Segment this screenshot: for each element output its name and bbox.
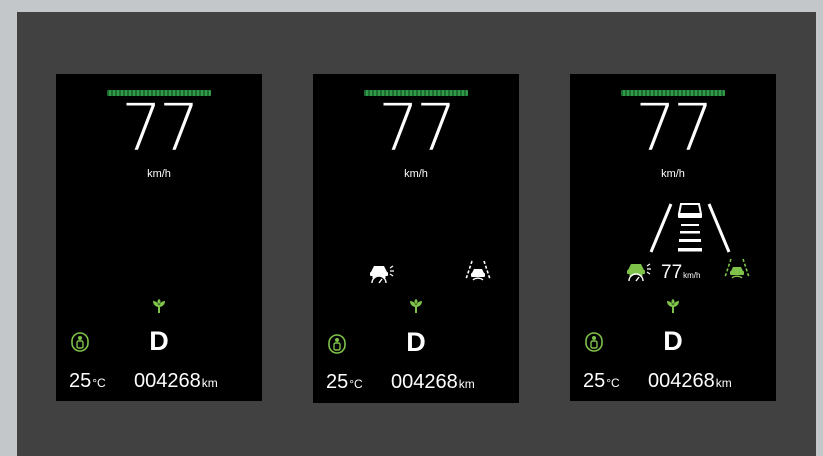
speed-value: 77	[378, 92, 456, 166]
eco-leaf-icon	[667, 299, 679, 313]
speed-value: 77	[121, 92, 199, 166]
temperature-unit: °C	[349, 377, 363, 391]
acc-set-speed-value: 77	[661, 262, 683, 283]
odometer-value: 004268	[648, 370, 715, 392]
lane-keep-icon	[724, 258, 750, 279]
cluster-panel-3: 77 km/h 77km/h D 25°C 004268km	[570, 74, 776, 401]
eco-leaf-icon	[410, 299, 422, 313]
speed-unit: km/h	[147, 168, 171, 180]
temperature-unit: °C	[92, 376, 106, 390]
temperature-readout: 25°C	[583, 370, 620, 393]
seatbelt-icon	[328, 334, 346, 354]
temperature-value: 25	[583, 370, 606, 392]
odometer-unit: km	[458, 377, 475, 391]
lane-keep-icon	[465, 260, 491, 281]
adaptive-cruise-icon	[370, 265, 394, 284]
temperature-value: 25	[326, 371, 349, 393]
odometer-readout: 004268km	[648, 370, 732, 393]
eco-leaf-icon	[153, 299, 165, 313]
odometer-readout: 004268km	[391, 371, 475, 394]
cluster-panel-1: 77 km/h D 25°C 004268km	[56, 74, 262, 401]
speed-value: 77	[635, 92, 713, 166]
seatbelt-icon	[585, 332, 603, 352]
adaptive-cruise-icon	[627, 263, 651, 282]
odometer-value: 004268	[134, 370, 201, 392]
display-stage: 77 km/h D 25°C 004268km 77 km/h D 25°C 0…	[17, 12, 816, 456]
acc-set-speed-unit: km/h	[683, 271, 701, 280]
temperature-value: 25	[69, 370, 92, 392]
odometer-unit: km	[715, 376, 732, 390]
temperature-readout: 25°C	[69, 370, 106, 393]
acc-set-speed: 77km/h	[661, 262, 700, 284]
seatbelt-icon	[71, 332, 89, 352]
temperature-readout: 25°C	[326, 371, 363, 394]
cluster-panel-2: 77 km/h D 25°C 004268km	[313, 74, 519, 403]
speed-unit: km/h	[404, 168, 428, 180]
odometer-readout: 004268km	[134, 370, 218, 393]
odometer-unit: km	[201, 376, 218, 390]
speed-unit: km/h	[661, 168, 685, 180]
temperature-unit: °C	[606, 376, 620, 390]
lane-road-graphic	[649, 203, 731, 253]
odometer-value: 004268	[391, 371, 458, 393]
